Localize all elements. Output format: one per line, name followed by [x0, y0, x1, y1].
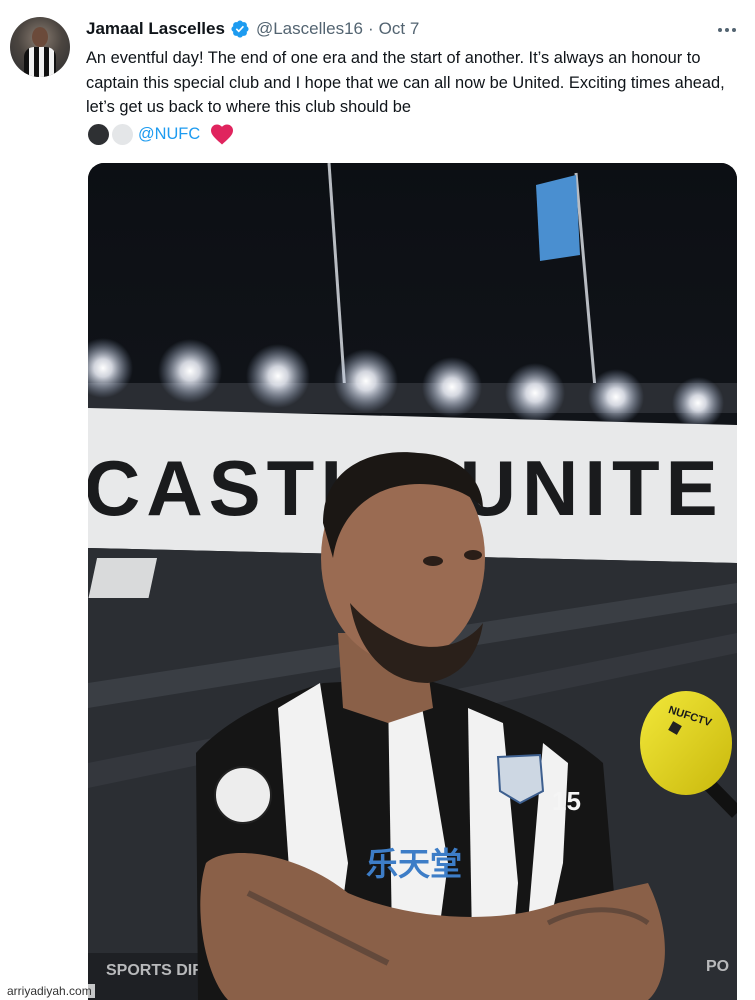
sleeve-number: 15: [552, 786, 581, 816]
watermark: arriyadiyah.com: [4, 984, 95, 998]
avatar-shirt: [24, 47, 56, 77]
avatar-head: [32, 27, 48, 47]
tweet-text-end: @NUFC: [88, 122, 234, 146]
verified-badge-icon: [231, 20, 249, 38]
header-separator: ·: [368, 19, 374, 38]
author-avatar[interactable]: [10, 17, 70, 77]
league-patch: [214, 766, 272, 824]
more-options-icon[interactable]: [717, 20, 737, 34]
tweet-date[interactable]: Oct 7: [379, 19, 420, 39]
board-text-left: SPORTS DIR: [106, 962, 204, 979]
black-circle-emoji: [88, 123, 109, 145]
tweet-photo[interactable]: CASTLE UNITE SPORTS DIR PO 乐天堂 15 NUFCTV: [88, 163, 737, 1000]
author-handle[interactable]: @Lascelles16: [256, 19, 363, 39]
blue-flag: [536, 175, 580, 261]
author-name[interactable]: Jamaal Lascelles: [86, 19, 225, 39]
mention-link[interactable]: @NUFC: [138, 125, 200, 144]
tweet-header: Jamaal Lascelles @Lascelles16 · Oct 7: [86, 17, 739, 41]
white-circle-emoji: [112, 123, 133, 145]
tweet-text: An eventful day! The end of one era and …: [86, 49, 725, 116]
photo-scene: CASTLE UNITE SPORTS DIR PO 乐天堂 15 NUFCTV: [88, 163, 737, 1000]
sponsor-text: 乐天堂: [366, 845, 462, 883]
sign-board: [88, 558, 158, 598]
red-heart-icon: [211, 124, 234, 145]
board-text-right: PO: [706, 958, 729, 975]
